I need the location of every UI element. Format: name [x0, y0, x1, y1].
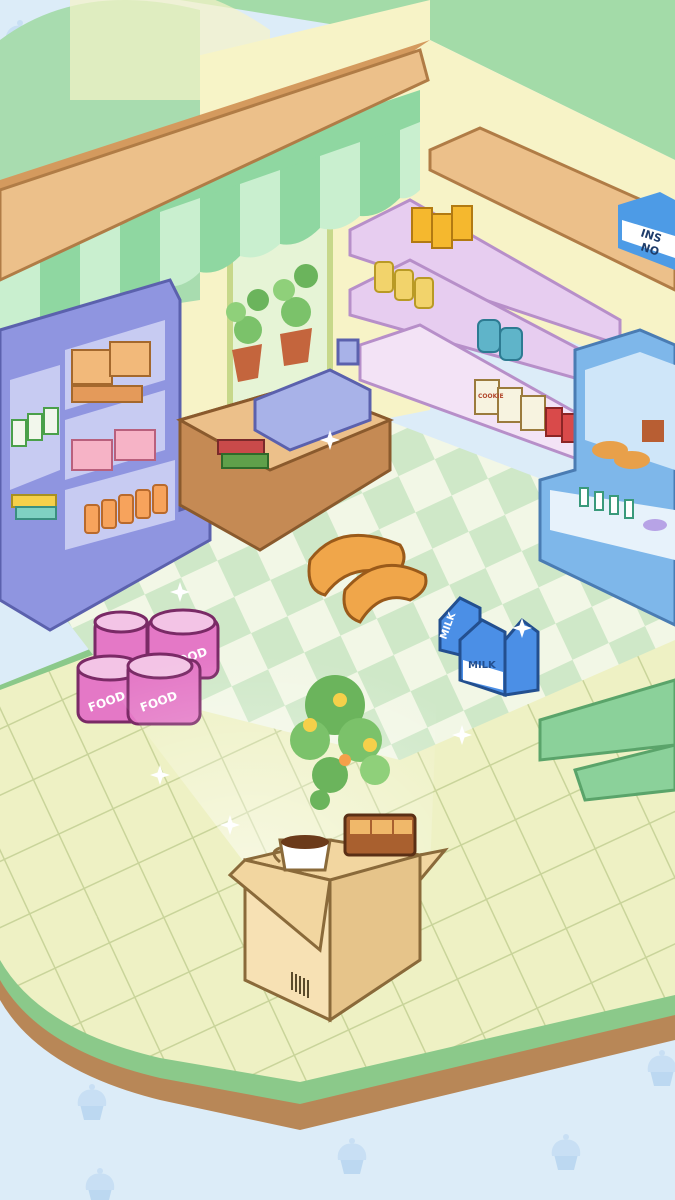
cupcake-icon	[551, 1134, 581, 1170]
books-stack	[217, 439, 269, 469]
cupcake-icon	[77, 1084, 107, 1120]
brownie-tray	[343, 813, 417, 857]
candy-pile	[11, 494, 57, 520]
cookie-bags	[71, 341, 151, 403]
cookie-label: COOKIE	[478, 393, 504, 400]
cupcake-icon	[337, 1138, 367, 1174]
cupcake-icon	[647, 1050, 675, 1086]
game-scene: INS NO COOKIE MILK MILK FOOD	[0, 0, 675, 1200]
cupcake-icon	[85, 1168, 115, 1200]
milk-label: MILK	[468, 660, 497, 671]
